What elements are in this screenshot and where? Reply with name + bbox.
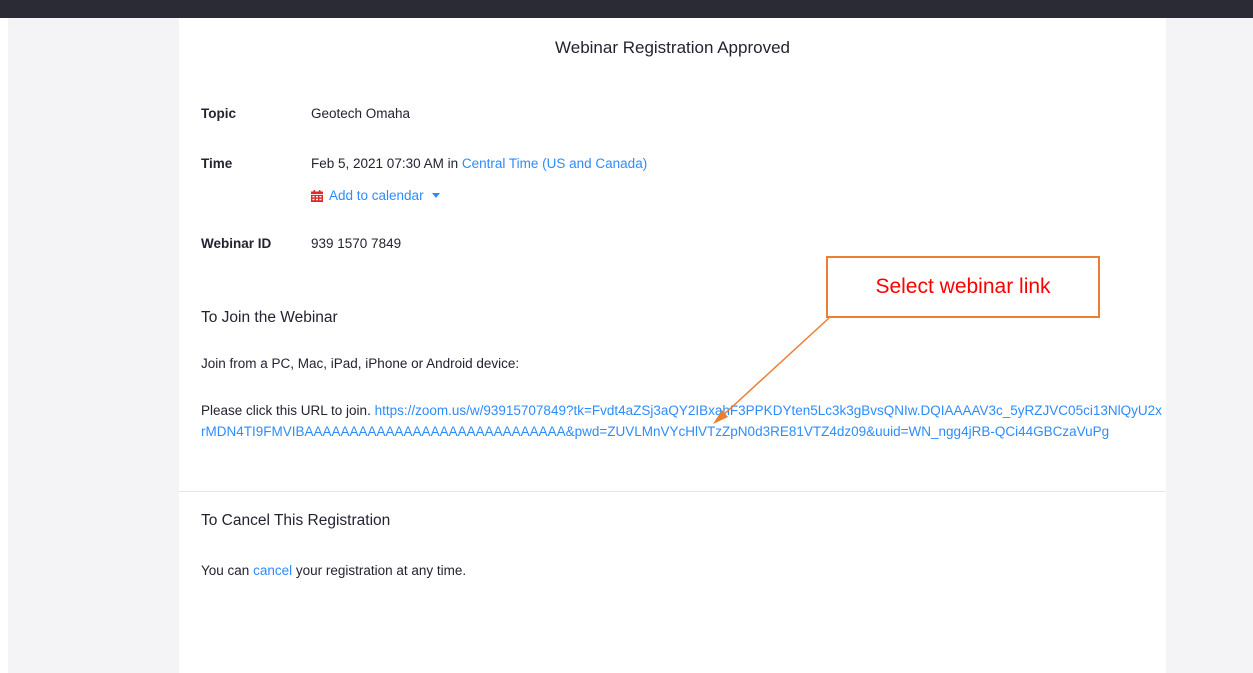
join-url-prefix: Please click this URL to join. [201, 403, 375, 418]
chevron-down-icon [431, 193, 440, 198]
annotation-callout: Select webinar link [826, 256, 1100, 318]
cancel-text: You can cancel your registration at any … [201, 563, 466, 578]
add-to-calendar-dropdown[interactable]: Add to calendar [311, 188, 440, 203]
time-text: Feb 5, 2021 07:30 AM in [311, 156, 462, 171]
join-section-title: To Join the Webinar [201, 309, 338, 326]
time-value: Feb 5, 2021 07:30 AM in Central Time (US… [311, 156, 647, 171]
section-divider [179, 491, 1166, 492]
topic-value: Geotech Omaha [311, 106, 411, 121]
webinar-id-value: 939 1570 7849 [311, 236, 402, 251]
time-label: Time [201, 156, 233, 171]
cancel-text-before: You can [201, 563, 254, 578]
cancel-text-after: your registration at any time. [292, 563, 467, 578]
timezone-link[interactable]: Central Time (US and Canada) [462, 156, 647, 171]
webinar-id-label: Webinar ID [201, 236, 272, 251]
cancel-link[interactable]: cancel [253, 563, 292, 578]
page-title: Webinar Registration Approved [555, 38, 790, 57]
left-gutter [8, 18, 179, 673]
calendar-icon [311, 189, 323, 202]
top-bar [0, 0, 1253, 18]
cancel-section-title: To Cancel This Registration [201, 512, 391, 529]
add-to-calendar-label: Add to calendar [329, 188, 424, 203]
join-url-paragraph: Please click this URL to join. https://z… [201, 400, 1166, 442]
registration-card: Webinar Registration Approved Topic Geot… [179, 18, 1166, 673]
join-device-text: Join from a PC, Mac, iPad, iPhone or And… [201, 356, 520, 371]
right-gutter [1166, 18, 1253, 673]
topic-label: Topic [201, 106, 236, 121]
